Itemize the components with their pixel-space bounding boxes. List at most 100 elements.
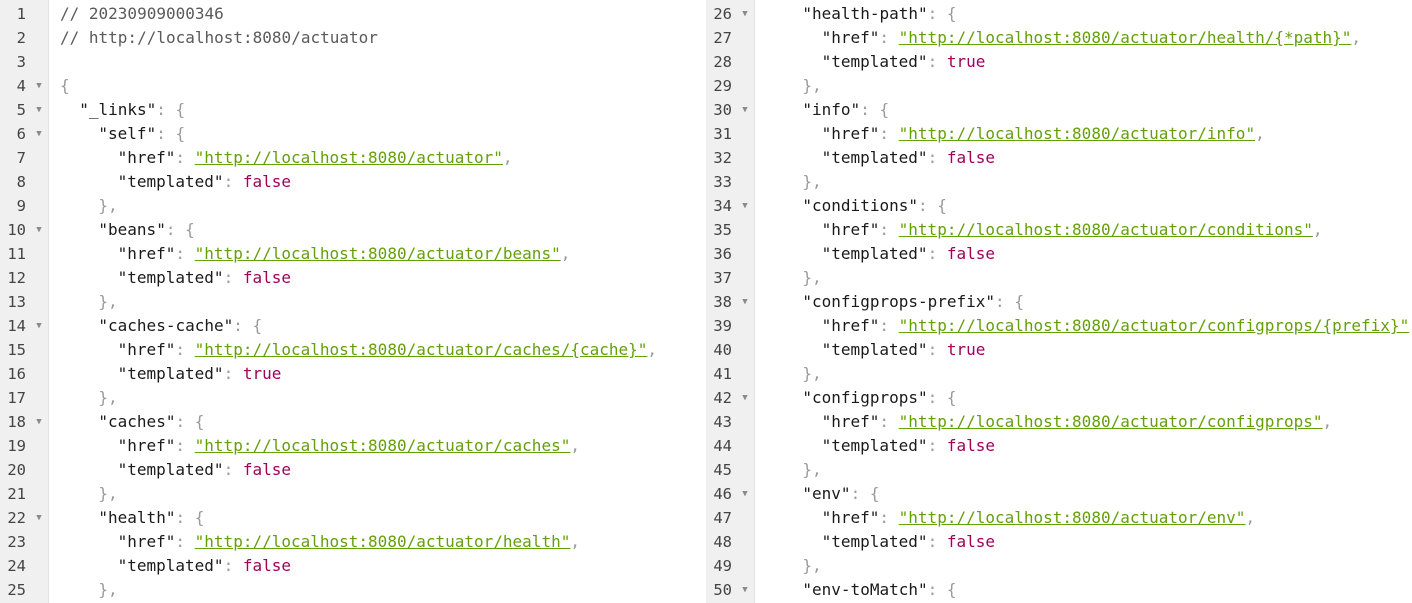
line-content: "templated": false: [60, 170, 706, 194]
close-brace: },: [802, 76, 822, 95]
close-brace: },: [98, 580, 118, 599]
code-line: 47 "href": "http://localhost:8080/actuato…: [706, 506, 1412, 530]
url-link[interactable]: "http://localhost:8080/actuator/env": [899, 508, 1246, 527]
open-brace: {: [175, 124, 186, 143]
fold-toggle-icon[interactable]: ▼: [34, 218, 44, 242]
url-link[interactable]: "http://localhost:8080/actuator": [195, 148, 503, 167]
code-line: 21},: [0, 482, 706, 506]
line-number: 27: [713, 29, 732, 47]
json-key: "info": [802, 100, 861, 119]
open-brace: {: [946, 580, 957, 599]
fold-toggle-icon[interactable]: ▼: [740, 386, 750, 410]
line-content: "href": "http://localhost:8080/actuator/…: [60, 242, 706, 266]
code-line: 33},: [706, 170, 1412, 194]
boolean-value: false: [946, 244, 995, 263]
line-content: },: [60, 482, 706, 506]
code-line: 12 "templated": false: [0, 266, 706, 290]
line-number: 38: [713, 293, 732, 311]
code-line: 26 ▼ "health-path": {: [706, 2, 1412, 26]
code-line: 3: [0, 50, 706, 74]
line-content: "href": "http://localhost:8080/actuator/…: [764, 122, 1412, 146]
json-key: "env": [802, 484, 851, 503]
line-number: 45: [713, 461, 732, 479]
comma: ,: [1245, 508, 1256, 527]
url-link[interactable]: "http://localhost:8080/actuator/caches": [195, 436, 571, 455]
url-link[interactable]: "http://localhost:8080/actuator/configpr…: [899, 316, 1410, 335]
json-key: "templated": [821, 244, 928, 263]
line-content: "href": "http://localhost:8080/actuator"…: [60, 146, 706, 170]
url-link[interactable]: "http://localhost:8080/actuator/beans": [195, 244, 561, 263]
colon: :: [850, 484, 870, 503]
open-brace: {: [946, 4, 957, 23]
colon: :: [927, 436, 947, 455]
line-content: "templated": false: [764, 242, 1412, 266]
fold-toggle-icon[interactable]: ▼: [34, 74, 44, 98]
code-line: 43 "href": "http://localhost:8080/actuato…: [706, 410, 1412, 434]
line-content: },: [60, 290, 706, 314]
line-number: 16: [7, 365, 26, 383]
json-key: "templated": [117, 268, 224, 287]
comma: ,: [647, 340, 658, 359]
colon: :: [927, 52, 947, 71]
fold-toggle-icon[interactable]: ▼: [740, 290, 750, 314]
json-key: "health-path": [802, 4, 928, 23]
line-content: "templated": false: [60, 554, 706, 578]
url-link[interactable]: "http://localhost:8080/actuator/configpr…: [899, 412, 1323, 431]
fold-toggle-icon[interactable]: ▼: [740, 194, 750, 218]
colon: :: [175, 436, 195, 455]
code-line: 30 ▼ "info": {: [706, 98, 1412, 122]
line-number: 28: [713, 53, 732, 71]
line-content: "caches-cache": {: [60, 314, 706, 338]
line-number: 31: [713, 125, 732, 143]
url-link[interactable]: "http://localhost:8080/actuator/health/{…: [899, 28, 1352, 47]
code-line: 40 "templated": true: [706, 338, 1412, 362]
fold-toggle-icon[interactable]: ▼: [34, 98, 44, 122]
url-link[interactable]: "http://localhost:8080/actuator/info": [899, 124, 1255, 143]
code-line: 48 "templated": false: [706, 530, 1412, 554]
fold-toggle-icon[interactable]: ▼: [740, 98, 750, 122]
line-number: 39: [713, 317, 732, 335]
json-key: "href": [821, 28, 880, 47]
line-number: 36: [713, 245, 732, 263]
code-line: 44 "templated": false: [706, 434, 1412, 458]
colon: :: [927, 532, 947, 551]
colon: :: [223, 172, 243, 191]
colon: :: [175, 532, 195, 551]
open-brace: {: [869, 484, 880, 503]
fold-toggle-icon[interactable]: ▼: [740, 2, 750, 26]
fold-toggle-icon[interactable]: ▼: [740, 578, 750, 602]
line-number: 24: [7, 557, 26, 575]
json-key: "href": [821, 412, 880, 431]
colon: :: [927, 244, 947, 263]
comma: ,: [1322, 412, 1333, 431]
open-brace: {: [252, 316, 263, 335]
line-number: 33: [713, 173, 732, 191]
fold-toggle-icon[interactable]: ▼: [34, 410, 44, 434]
code-line: 23 "href": "http://localhost:8080/actuato…: [0, 530, 706, 554]
fold-toggle-icon[interactable]: ▼: [740, 482, 750, 506]
line-content: },: [764, 74, 1412, 98]
close-brace: },: [98, 196, 118, 215]
colon: :: [223, 364, 243, 383]
fold-toggle-icon[interactable]: ▼: [34, 122, 44, 146]
colon: :: [233, 316, 253, 335]
line-number: 37: [713, 269, 732, 287]
fold-toggle-icon[interactable]: ▼: [34, 314, 44, 338]
colon: :: [879, 412, 899, 431]
url-link[interactable]: "http://localhost:8080/actuator/health": [195, 532, 571, 551]
line-content: },: [60, 194, 706, 218]
open-brace: {: [937, 196, 947, 215]
line-number: 30: [713, 101, 732, 119]
right-code-pane: 26 ▼ "health-path": {27 "href": "http://loc…: [706, 0, 1412, 603]
code-line: 27 "href": "http://localhost:8080/actuato…: [706, 26, 1412, 50]
url-link[interactable]: "http://localhost:8080/actuator/conditio…: [899, 220, 1313, 239]
json-key: "env-toMatch": [802, 580, 928, 599]
url-link[interactable]: "http://localhost:8080/actuator/caches/{…: [195, 340, 648, 359]
code-line: 8 "templated": false: [0, 170, 706, 194]
close-brace: },: [802, 556, 822, 575]
fold-toggle-icon[interactable]: ▼: [34, 506, 44, 530]
line-number: 15: [7, 341, 26, 359]
close-brace: },: [98, 388, 118, 407]
line-number: 17: [7, 389, 26, 407]
line-content: "_links": {: [60, 98, 706, 122]
